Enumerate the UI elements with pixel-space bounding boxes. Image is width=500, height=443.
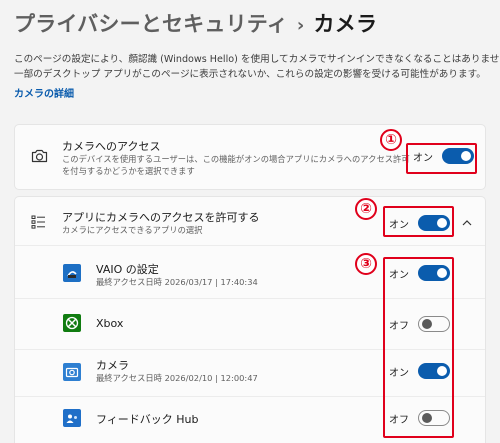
app-access-title: アプリにカメラへのアクセスを許可する: [62, 211, 260, 224]
app-name: カメラ: [96, 359, 129, 372]
app-last-access: 最終アクセス日時 2026/03/17 | 17:40:34: [96, 277, 258, 287]
description-line-1: このページの設定により、顔認識 (Windows Hello) を使用してカメラ…: [14, 54, 500, 65]
camera-app-icon: [63, 363, 81, 381]
page-description: このページの設定により、顔認識 (Windows Hello) を使用してカメラ…: [14, 52, 500, 82]
page-title: カメラ: [313, 12, 378, 36]
camera-details-link[interactable]: カメラの詳細: [14, 85, 74, 100]
camera-access-title: カメラへのアクセス: [62, 140, 161, 153]
list-icon: [31, 215, 45, 229]
camera-access-subtitle-1: このデバイスを使用するユーザーは、この機能がオンの場合アプリにカメラへのアクセス…: [62, 154, 410, 164]
annotation-number-1: ①: [380, 129, 402, 151]
camera-icon: [31, 149, 48, 163]
annotation-box-2: [383, 206, 454, 237]
app-name: フィードバック Hub: [96, 413, 199, 426]
app-name: VAIO の設定: [96, 263, 159, 276]
annotation-number-3: ③: [355, 253, 377, 275]
breadcrumb: プライバシーとセキュリティ › カメラ: [14, 8, 377, 38]
feedback-hub-icon: [63, 409, 81, 427]
annotation-box-3: [383, 257, 454, 438]
vaio-settings-icon: [63, 264, 81, 282]
breadcrumb-separator: ›: [296, 15, 305, 36]
annotation-box-1: [406, 143, 477, 174]
xbox-icon: [63, 314, 81, 332]
app-access-subtitle: カメラにアクセスできるアプリの選択: [62, 225, 203, 235]
annotation-number-2: ②: [355, 198, 377, 220]
section-divider: [15, 245, 485, 246]
app-name: Xbox: [96, 317, 124, 330]
app-last-access: 最終アクセス日時 2026/02/10 | 12:00:47: [96, 373, 258, 383]
description-line-2: 一部のデスクトップ アプリがこのページに表示されないか、これらの設定の影響を受け…: [14, 69, 486, 80]
breadcrumb-parent[interactable]: プライバシーとセキュリティ: [14, 12, 288, 36]
chevron-up-icon[interactable]: [462, 219, 472, 226]
camera-access-subtitle-2: を付与するかどうかを選択できます: [62, 166, 195, 176]
